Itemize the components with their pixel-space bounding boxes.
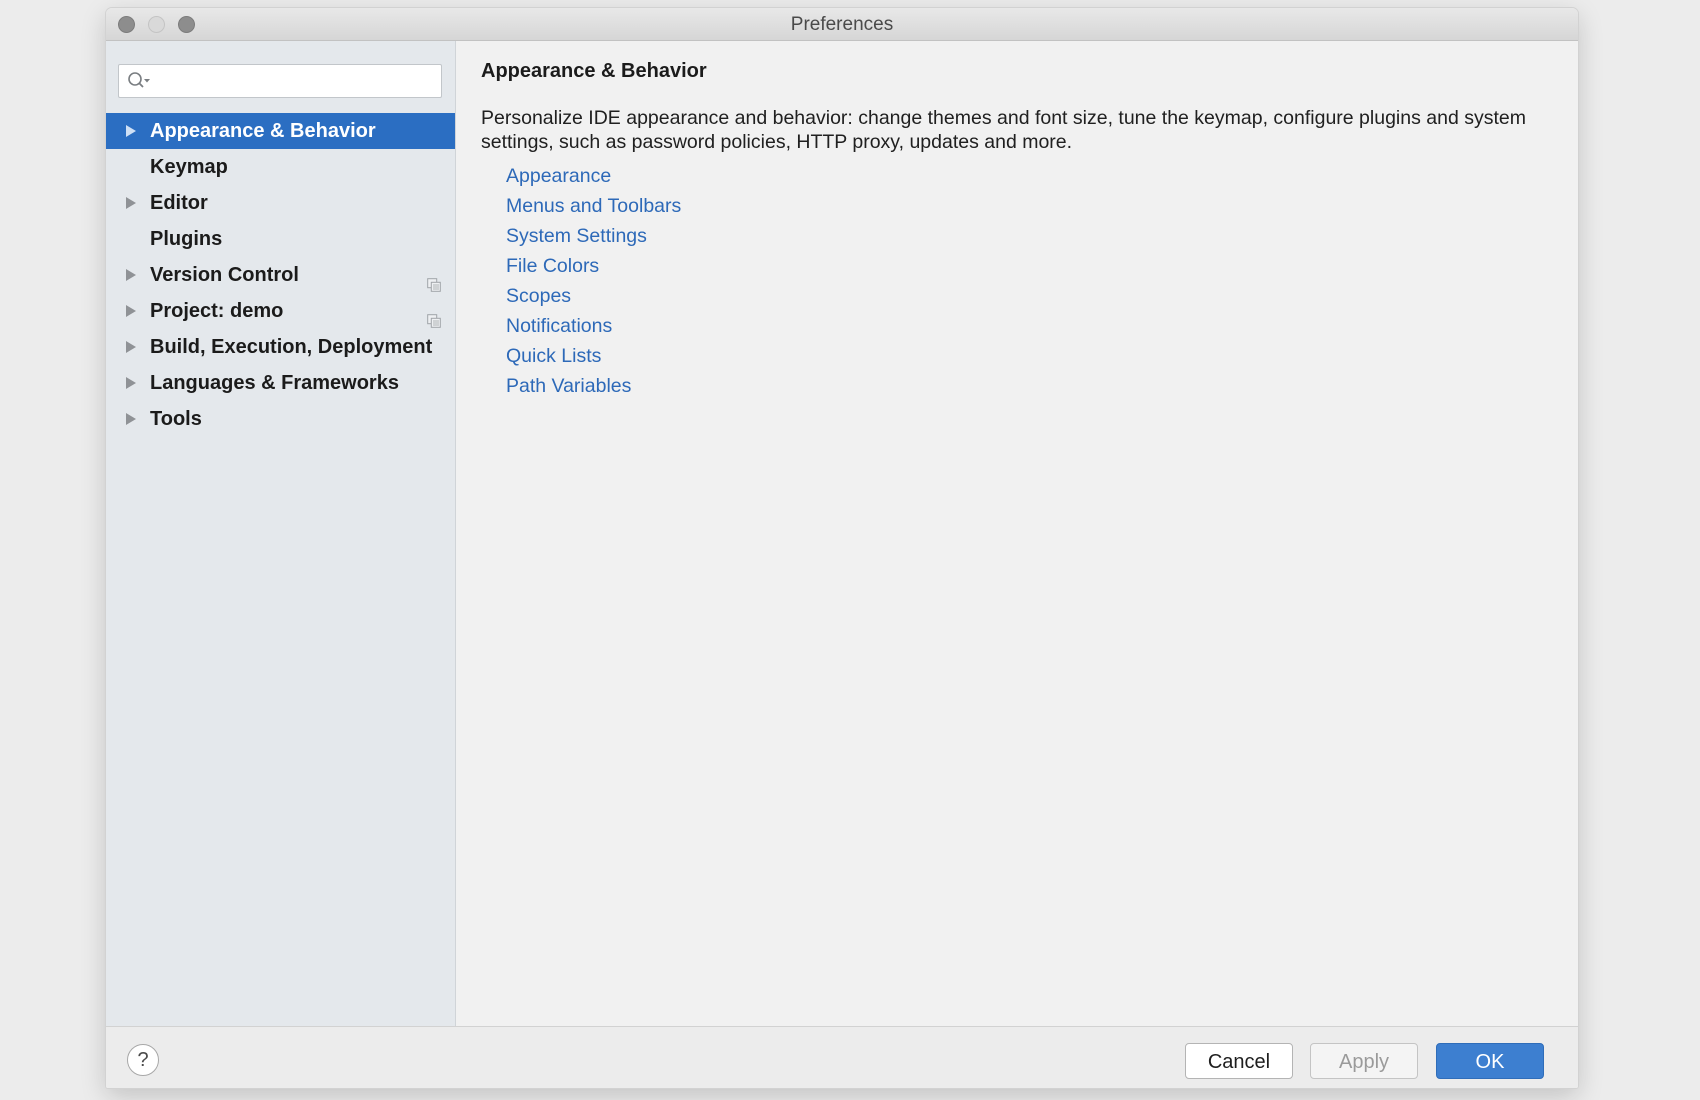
sidebar-item-label: Languages & Frameworks [150,372,399,394]
preferences-window: Preferences Appearance & Behavior Keymap [106,8,1578,1088]
sidebar-item-label: Version Control [150,264,299,286]
settings-tree: Appearance & Behavior Keymap Editor Plug… [106,113,455,437]
sidebar-item-tools[interactable]: Tools [106,401,455,437]
ok-button[interactable]: OK [1436,1043,1544,1079]
link-path-variables[interactable]: Path Variables [506,371,681,401]
dialog-footer: ? Cancel Apply OK [106,1026,1578,1088]
link-scopes[interactable]: Scopes [506,281,681,311]
link-file-colors[interactable]: File Colors [506,251,681,281]
title-bar[interactable]: Preferences [106,8,1578,41]
window-title: Preferences [790,14,894,35]
sidebar-item-project-demo[interactable]: Project: demo [106,293,455,329]
apply-button[interactable]: Apply [1310,1043,1418,1079]
chevron-right-icon[interactable] [126,413,136,425]
link-notifications[interactable]: Notifications [506,311,681,341]
chevron-right-icon[interactable] [126,197,136,209]
sidebar-item-languages-frameworks[interactable]: Languages & Frameworks [106,365,455,401]
chevron-right-icon[interactable] [126,341,136,353]
sidebar-item-build-execution-deployment[interactable]: Build, Execution, Deployment [106,329,455,365]
sidebar-item-editor[interactable]: Editor [106,185,455,221]
link-quick-lists[interactable]: Quick Lists [506,341,681,371]
sidebar-item-label: Tools [150,408,202,430]
link-system-settings[interactable]: System Settings [506,221,681,251]
sidebar-item-plugins[interactable]: Plugins [106,221,455,257]
sidebar-item-label: Editor [150,192,208,214]
sidebar-item-label: Build, Execution, Deployment [150,336,433,358]
sidebar-item-label: Plugins [150,228,223,250]
sidebar-item-label: Project: demo [150,300,284,322]
link-menus-and-toolbars[interactable]: Menus and Toolbars [506,191,681,221]
chevron-right-icon[interactable] [126,305,136,317]
sidebar-item-version-control[interactable]: Version Control [106,257,455,293]
sidebar-item-label: Appearance & Behavior [150,120,376,142]
chevron-right-icon[interactable] [126,125,136,137]
help-icon[interactable]: ? [137,1049,148,1071]
search-icon[interactable] [127,66,153,96]
settings-sidebar: Appearance & Behavior Keymap Editor Plug… [106,41,456,1026]
settings-content: Appearance & Behavior Personalize IDE ap… [456,41,1578,1026]
page-title: Appearance & Behavior [481,60,707,82]
copy-icon [427,304,441,328]
search-box[interactable] [118,64,442,98]
sidebar-item-keymap[interactable]: Keymap [106,149,455,185]
cancel-button[interactable]: Cancel [1185,1043,1293,1079]
page-description: Personalize IDE appearance and behavior:… [481,107,1526,153]
link-appearance[interactable]: Appearance [506,161,681,191]
chevron-right-icon[interactable] [126,377,136,389]
search-input[interactable] [153,67,441,95]
sidebar-item-appearance-behavior[interactable]: Appearance & Behavior [106,113,455,149]
chevron-right-icon[interactable] [126,269,136,281]
help-button[interactable]: ? [127,1044,159,1076]
sidebar-item-label: Keymap [150,156,228,178]
subpage-links: Appearance Menus and Toolbars System Set… [506,161,681,401]
copy-icon [427,268,441,292]
